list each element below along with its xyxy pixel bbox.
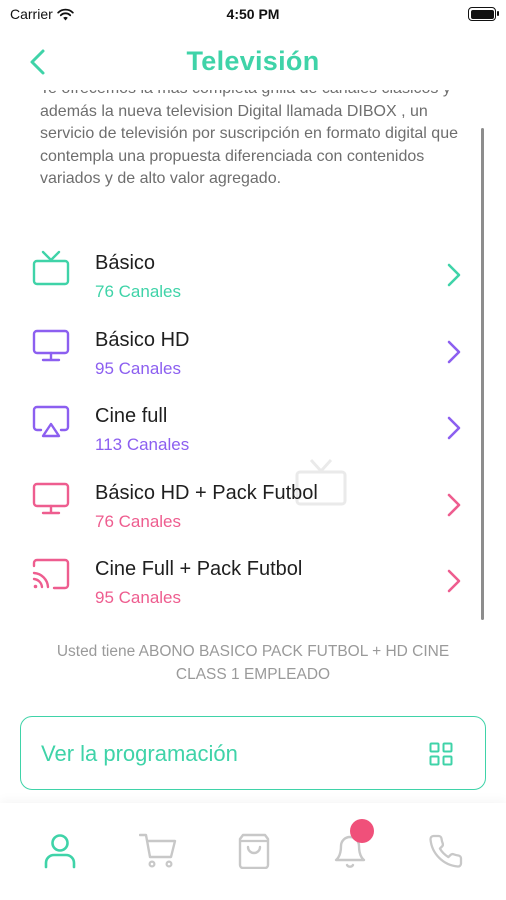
monitor-icon <box>32 482 70 514</box>
subscription-info: Usted tiene ABONO BASICO PACK FUTBOL + H… <box>56 643 450 683</box>
battery-icon <box>468 7 499 21</box>
tab-notifications[interactable] <box>330 819 374 871</box>
chevron-right-icon <box>447 416 461 440</box>
chevron-right-icon <box>447 569 461 593</box>
status-bar: Carrier 4:50 PM <box>0 0 506 28</box>
nav-header: Televisión <box>0 38 506 86</box>
channel-list: Básico 76 Canales Básico HD 95 Canales C… <box>0 242 506 625</box>
tab-profile[interactable] <box>40 831 80 871</box>
tv-icon <box>32 250 70 286</box>
channel-count: 113 Canales <box>95 435 190 454</box>
channel-count: 76 Canales <box>95 282 182 301</box>
tab-bar <box>0 803 506 900</box>
channel-name: Básico <box>95 252 156 274</box>
user-icon <box>44 834 76 869</box>
grid-icon <box>429 742 453 766</box>
cast-icon <box>32 558 70 590</box>
channel-item-cine-full[interactable]: Cine full 113 Canales <box>0 395 506 472</box>
content-scroll-area[interactable]: Te ofrecemos la más completa grilla de c… <box>0 90 506 630</box>
description-text: Te ofrecemos la más completa grilla de c… <box>40 90 458 187</box>
chevron-right-icon <box>447 493 461 516</box>
channel-name: Básico HD <box>95 328 190 351</box>
view-program-button[interactable]: Ver la programación <box>20 716 486 790</box>
notification-badge <box>350 819 374 843</box>
page-title: Televisión <box>186 46 320 76</box>
status-time: 4:50 PM <box>226 6 280 22</box>
channel-count: 95 Canales <box>95 358 182 378</box>
channel-count: 76 Canales <box>95 511 182 531</box>
channel-name: Básico HD + Pack Futbol <box>95 481 318 504</box>
cart-icon <box>139 833 177 868</box>
channel-item-basico-hd-pack-futbol[interactable]: Básico HD + Pack Futbol 76 Canales <box>0 472 506 549</box>
channel-item-cine-full-pack-futbol[interactable]: Cine Full + Pack Futbol 95 Canales <box>0 548 506 625</box>
airplay-icon <box>32 405 70 438</box>
view-program-label: Ver la programación <box>41 741 238 766</box>
tab-bag[interactable] <box>234 831 274 871</box>
tab-cart[interactable] <box>138 831 178 871</box>
channel-item-basico-hd[interactable]: Básico HD 95 Canales <box>0 319 506 396</box>
channel-item-basico[interactable]: Básico 76 Canales <box>0 242 506 319</box>
chevron-right-icon <box>447 263 461 287</box>
channel-name: Cine Full + Pack Futbol <box>95 558 303 580</box>
phone-icon <box>429 834 463 868</box>
shopping-bag-icon <box>238 833 270 869</box>
channel-count: 95 Canales <box>95 588 182 607</box>
channel-name: Cine full <box>95 405 168 427</box>
tab-phone[interactable] <box>426 831 466 871</box>
monitor-icon <box>32 329 70 361</box>
chevron-right-icon <box>447 340 461 363</box>
